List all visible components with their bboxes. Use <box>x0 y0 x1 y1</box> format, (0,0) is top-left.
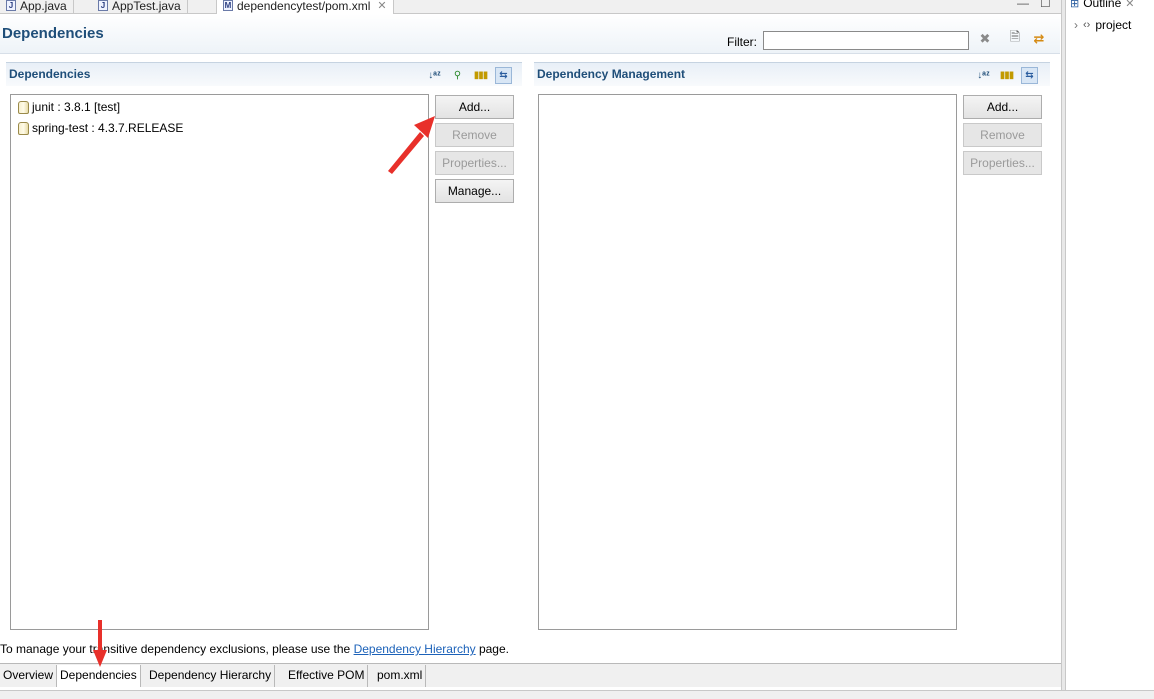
editor-tab-label: dependencytest/pom.xml <box>237 0 371 13</box>
filter-label: Filter: <box>727 35 757 49</box>
minimize-icon[interactable]: — <box>1017 0 1029 10</box>
show-columns-icon[interactable]: ▮▮▮ <box>998 67 1015 84</box>
filter-input[interactable] <box>763 31 969 50</box>
chevron-right-icon[interactable]: › <box>1074 18 1078 32</box>
sort-alphabetically-icon[interactable]: ↓ᵃᶻ <box>975 67 992 84</box>
java-file-icon: J <box>98 0 108 11</box>
page-title: Dependencies <box>2 25 104 42</box>
dependency-management-section-title: Dependency Management <box>537 67 686 81</box>
outline-title: Outline <box>1083 0 1122 10</box>
jar-icon <box>18 121 29 135</box>
managed-dependency-properties-button[interactable]: Properties... <box>963 151 1042 175</box>
status-bar <box>0 690 1154 699</box>
java-file-icon: J <box>6 0 16 11</box>
outline-tree-item[interactable]: › ‹› project <box>1074 18 1131 32</box>
tab-dependency-hierarchy[interactable]: Dependency Hierarchy <box>146 665 276 687</box>
dependencies-section-title: Dependencies <box>9 67 91 81</box>
outline-view: ⊞ Outline ✕ › ‹› project <box>1066 0 1154 690</box>
jar-icon <box>18 100 29 114</box>
form-header: Dependencies Filter: ✖ 🗎 ⇄ <box>0 14 1060 54</box>
dependencies-section-header: Dependencies ↓ᵃᶻ ⚲ ▮▮▮ ⇆ <box>6 62 522 86</box>
footer-text-after: page. <box>475 642 509 656</box>
show-columns-icon[interactable]: ▮▮▮ <box>472 67 489 84</box>
add-managed-dependency-button[interactable]: Add... <box>963 95 1042 119</box>
synchronize-icon[interactable]: ⇄ <box>1030 30 1048 48</box>
xml-element-icon: ‹› <box>1083 19 1091 31</box>
dependency-properties-button[interactable]: Properties... <box>435 151 514 175</box>
editor-tab-pom-xml[interactable]: M dependencytest/pom.xml ✕ <box>216 0 394 14</box>
tab-overview[interactable]: Overview <box>0 665 58 687</box>
pom-editor-page-tabs: Overview Dependencies Dependency Hierarc… <box>0 663 1062 687</box>
tab-dependencies[interactable]: Dependencies <box>56 665 141 687</box>
footer-text-before: To manage your transitive dependency exc… <box>0 642 354 656</box>
dependency-management-list[interactable] <box>538 94 957 630</box>
editor-tab-label: AppTest.java <box>112 0 181 13</box>
dependency-label: spring-test : 4.3.7.RELEASE <box>32 121 184 135</box>
tab-effective-pom[interactable]: Effective POM <box>285 665 369 687</box>
editor-tab-apptest-java[interactable]: J AppTest.java <box>92 0 188 14</box>
refresh-pom-icon[interactable]: 🗎 <box>1006 29 1024 48</box>
group-by-scope-icon[interactable]: ⚲ <box>449 67 466 84</box>
remove-managed-dependency-button[interactable]: Remove <box>963 123 1042 147</box>
dependency-label: junit : 3.8.1 [test] <box>32 100 121 114</box>
list-item[interactable]: spring-test : 4.3.7.RELEASE <box>18 119 183 137</box>
toggle-filter-icon[interactable]: ⇆ <box>495 67 512 84</box>
tab-pom-xml[interactable]: pom.xml <box>374 665 427 687</box>
dependency-hierarchy-link[interactable]: Dependency Hierarchy <box>354 642 476 656</box>
dependencies-list[interactable]: junit : 3.8.1 [test] spring-test : 4.3.7… <box>10 94 429 630</box>
outline-icon: ⊞ <box>1070 0 1080 10</box>
manage-dependencies-button[interactable]: Manage... <box>435 179 514 203</box>
outline-item-label: project <box>1095 18 1132 32</box>
sort-alphabetically-icon[interactable]: ↓ᵃᶻ <box>426 67 443 84</box>
editor-tab-bar: J App.java J AppTest.java M dependencyte… <box>0 0 1062 14</box>
remove-dependency-button[interactable]: Remove <box>435 123 514 147</box>
close-outline-icon[interactable]: ✕ <box>1125 0 1134 10</box>
dependency-management-section-header: Dependency Management ↓ᵃᶻ ▮▮▮ ⇆ <box>534 62 1050 86</box>
maximize-icon[interactable]: ☐ <box>1040 0 1051 10</box>
maven-pom-icon: M <box>223 0 233 11</box>
editor-tab-app-java[interactable]: J App.java <box>0 0 74 14</box>
footer-hint: To manage your transitive dependency exc… <box>0 642 509 656</box>
add-dependency-button[interactable]: Add... <box>435 95 514 119</box>
outline-view-tab[interactable]: ⊞ Outline ✕ <box>1066 0 1134 10</box>
list-item[interactable]: junit : 3.8.1 [test] <box>18 98 120 116</box>
close-tab-icon[interactable]: ✕ <box>377 0 386 12</box>
toggle-filter-icon[interactable]: ⇆ <box>1021 67 1038 84</box>
clear-filter-icon[interactable]: ✖ <box>976 30 994 48</box>
editor-tab-label: App.java <box>20 0 67 13</box>
